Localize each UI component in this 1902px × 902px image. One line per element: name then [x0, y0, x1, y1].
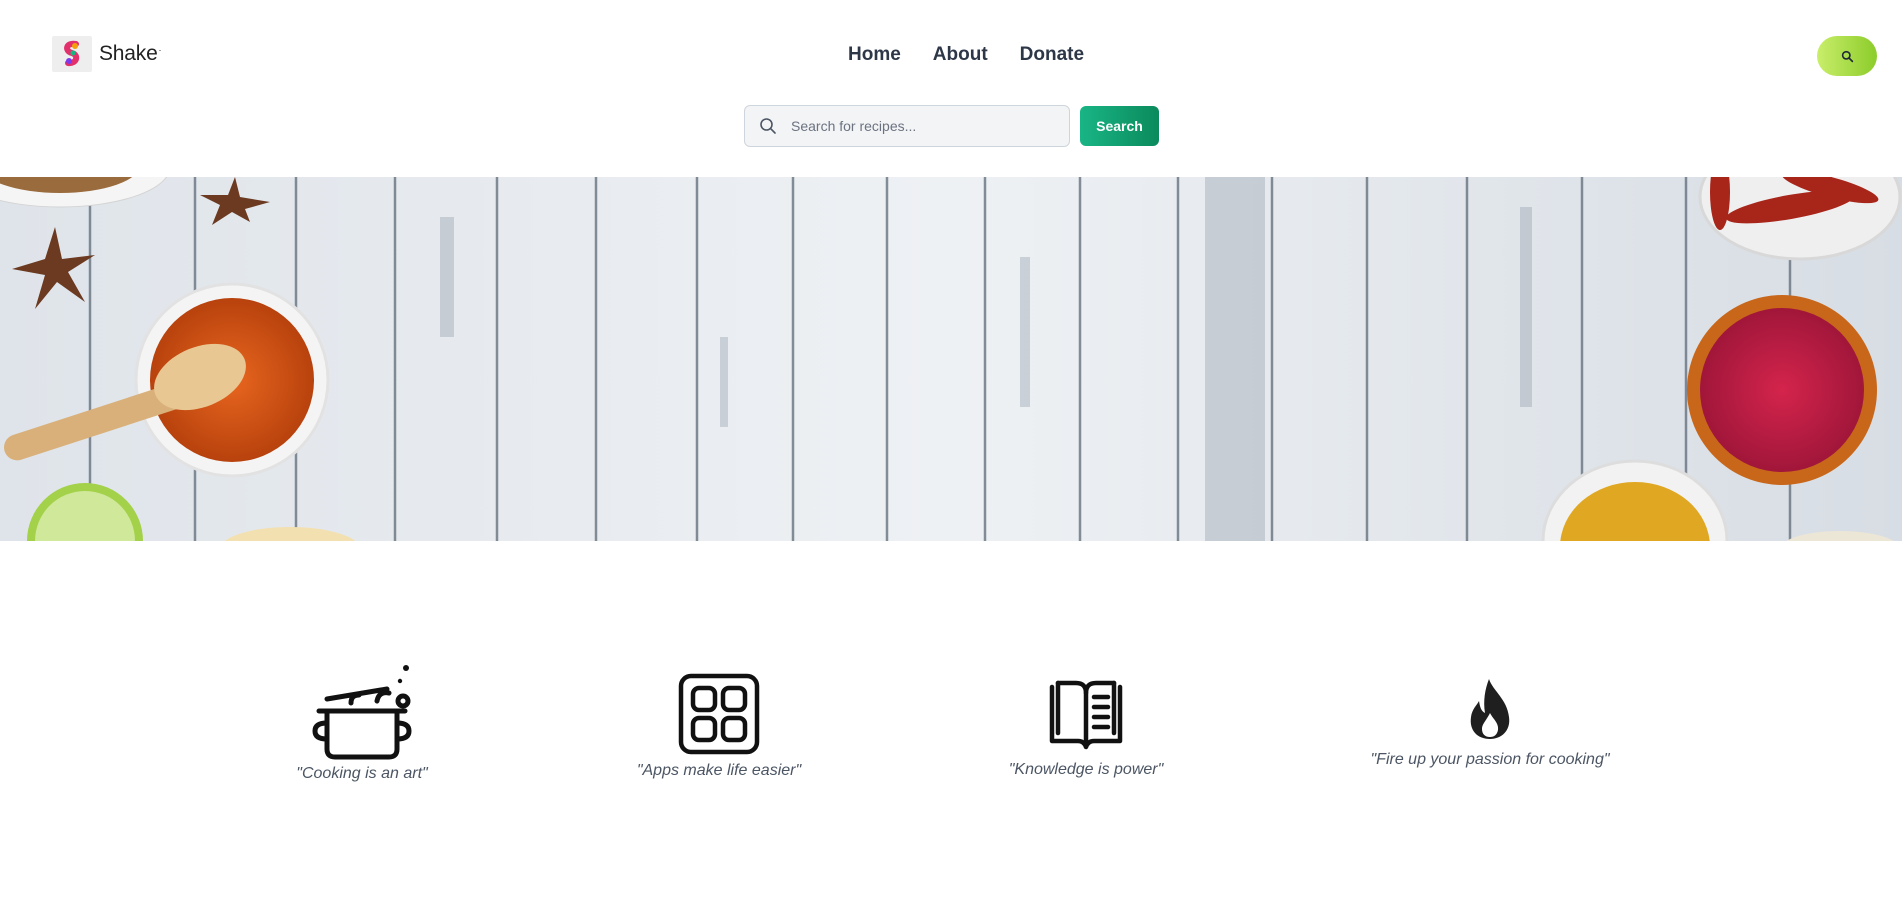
- brand-name: Shake: [99, 42, 158, 65]
- search-icon: [760, 118, 776, 134]
- open-book-icon: [1049, 680, 1123, 750]
- nav-donate-link[interactable]: Donate: [1020, 44, 1084, 66]
- search-icon: [1841, 50, 1853, 62]
- hero-banner-image: [0, 177, 1902, 541]
- feature-quote: "Fire up your passion for cooking": [1370, 751, 1610, 768]
- cooking-pot-icon: [312, 665, 412, 760]
- brand-trademark: ·: [158, 45, 162, 55]
- feature-fire: "Fire up your passion for cooking": [1340, 677, 1640, 769]
- logo[interactable]: Shake ·: [52, 36, 162, 72]
- apps-grid-icon: [678, 673, 760, 755]
- feature-cooking: "Cooking is an art": [212, 661, 512, 783]
- feature-quote: "Knowledge is power": [1008, 761, 1164, 778]
- features-section: "Cooking is an art" "Apps make life easi…: [0, 541, 1902, 902]
- main-nav: Home About Donate: [848, 44, 1084, 66]
- feature-quote: "Apps make life easier": [636, 762, 802, 779]
- feature-knowledge: "Knowledge is power": [936, 677, 1236, 779]
- search-button[interactable]: Search: [1080, 106, 1159, 146]
- recipe-search-box: [744, 105, 1070, 147]
- flame-icon: [1470, 679, 1510, 739]
- nav-about-link[interactable]: About: [933, 44, 988, 66]
- site-header: Shake · Home About Donate Search: [0, 0, 1902, 177]
- header-search-button[interactable]: [1817, 36, 1877, 76]
- feature-apps: "Apps make life easier": [569, 672, 869, 780]
- nav-home-link[interactable]: Home: [848, 44, 901, 66]
- recipe-search-input[interactable]: [791, 118, 1051, 134]
- feature-quote: "Cooking is an art": [296, 765, 428, 782]
- logo-mark-icon: [52, 36, 92, 72]
